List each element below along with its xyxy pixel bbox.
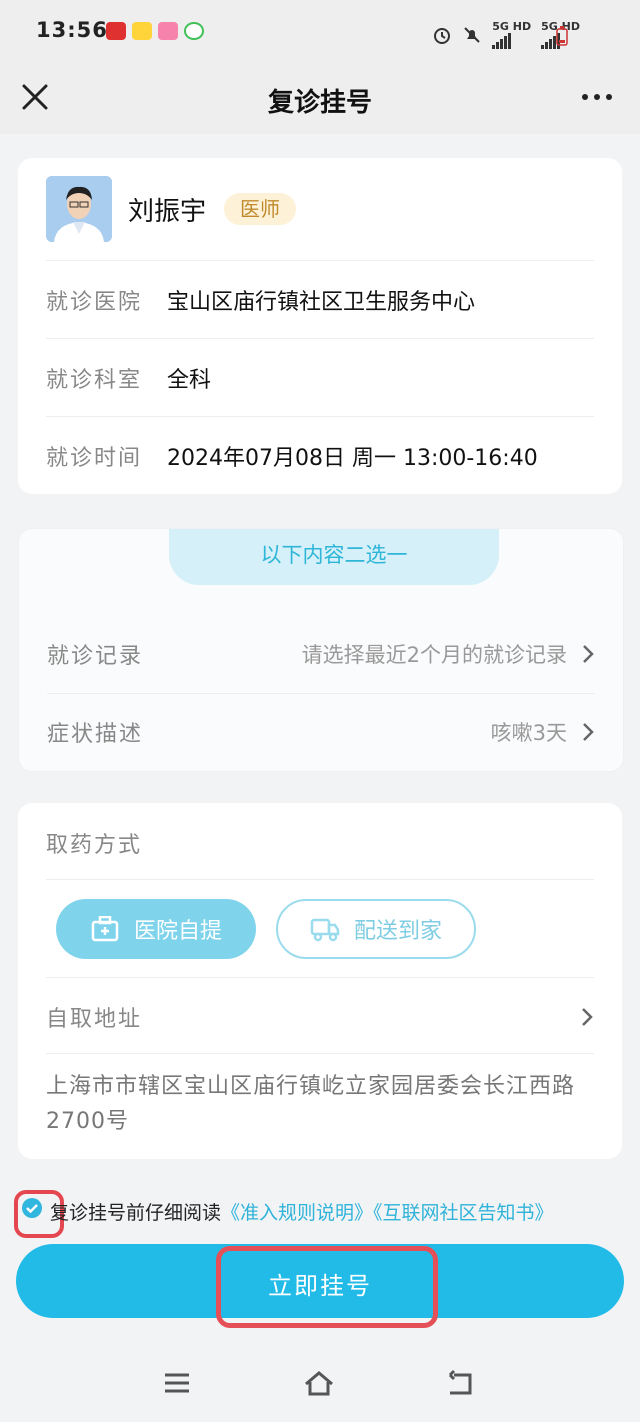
menu-icon[interactable] (160, 1366, 194, 1400)
system-nav-bar (0, 1350, 640, 1422)
choice-tab-label: 以下内容二选一 (260, 543, 408, 567)
page-title: 复诊挂号 (267, 88, 372, 118)
department-value: 全科 (167, 368, 212, 393)
network-1: 5G HD (492, 20, 531, 49)
status-app-icons (106, 22, 204, 40)
visit-time-row: 就诊时间 2024年07月08日 周一 13:00-16:40 (46, 416, 594, 495)
chevron-right-icon (583, 723, 594, 741)
admission-rules-link[interactable]: 《准入规则说明》 (221, 1202, 373, 1224)
divider (46, 1053, 594, 1054)
department-row: 就诊科室 全科 (46, 338, 594, 417)
visit-record-label: 就诊记录 (47, 644, 144, 669)
alarm-icon (434, 27, 451, 44)
home-delivery-label: 配送到家 (353, 919, 442, 944)
hospital-pickup-button[interactable]: 医院自提 (56, 899, 256, 959)
signal-icon (492, 33, 531, 49)
meituan-icon (132, 22, 152, 40)
chevron-right-icon (583, 645, 594, 663)
visit-time-label: 就诊时间 (46, 446, 143, 471)
app-icon-red (106, 22, 126, 40)
button-highlight-box (216, 1246, 438, 1328)
hospital-pickup-label: 医院自提 (133, 919, 222, 944)
more-icon[interactable] (580, 80, 614, 114)
mute-icon (464, 26, 480, 43)
pickup-address-text: 上海市市辖区宝山区庙行镇屹立家园居委会长江西路2700号 (46, 1074, 576, 1134)
pickup-address-label: 自取地址 (46, 1007, 143, 1032)
hospital-value: 宝山区庙行镇社区卫生服务中心 (167, 290, 476, 315)
agreement-row: 复诊挂号前仔细阅读《准入规则说明》《互联网社区告知书》 (0, 1182, 640, 1238)
hospital-row: 就诊医院 宝山区庙行镇社区卫生服务中心 (46, 260, 594, 339)
network-1-label: 5G HD (492, 20, 532, 33)
visit-record-value: 请选择最近2个月的就诊记录 (301, 643, 567, 667)
medicine-card: 取药方式 医院自提 配送到家 自取地址 上海市市辖区宝山区庙行镇屹立家园居委会长… (18, 803, 622, 1159)
visit-time-value: 2024年07月08日 周一 13:00-16:40 (167, 446, 538, 471)
lala-icon (158, 22, 178, 40)
doctor-card: 刘振宇 医师 就诊医院 宝山区庙行镇社区卫生服务中心 就诊科室 全科 就诊时间 … (18, 158, 622, 494)
agreement-prefix: 复诊挂号前仔细阅读 (50, 1202, 222, 1224)
green-app-icon (184, 22, 204, 40)
divider (46, 977, 594, 978)
choice-tab: 以下内容二选一 (169, 529, 499, 585)
medicine-method-label: 取药方式 (46, 833, 143, 858)
home-icon[interactable] (302, 1366, 336, 1400)
choice-card: 以下内容二选一 就诊记录 请选择最近2个月的就诊记录 症状描述 咳嗽3天 (18, 528, 624, 772)
hospital-icon (91, 916, 119, 942)
symptom-value: 咳嗽3天 (490, 721, 567, 745)
battery-icon (556, 26, 568, 46)
community-notice-link[interactable]: 《互联网社区告知书》 (373, 1202, 554, 1224)
symptom-label: 症状描述 (47, 722, 144, 747)
status-bar: 13:56 5G HD 5G HD (0, 0, 640, 64)
doctor-title-badge: 医师 (224, 193, 296, 225)
divider (46, 879, 594, 880)
hospital-label: 就诊医院 (46, 290, 143, 315)
symptom-row[interactable]: 症状描述 咳嗽3天 (47, 693, 595, 771)
nav-bar: 复诊挂号 (0, 64, 640, 134)
pickup-address-row[interactable]: 自取地址 (46, 981, 594, 1053)
doctor-name: 刘振宇 (128, 197, 207, 227)
chevron-right-icon (582, 1008, 593, 1026)
back-icon[interactable] (444, 1366, 478, 1400)
status-time: 13:56 (36, 18, 108, 42)
department-label: 就诊科室 (46, 368, 143, 393)
home-delivery-button[interactable]: 配送到家 (276, 899, 476, 959)
truck-icon (310, 918, 340, 942)
agreement-text: 复诊挂号前仔细阅读《准入规则说明》《互联网社区告知书》 (50, 1198, 554, 1225)
doctor-avatar (46, 176, 112, 242)
visit-record-row[interactable]: 就诊记录 请选择最近2个月的就诊记录 (47, 615, 595, 694)
